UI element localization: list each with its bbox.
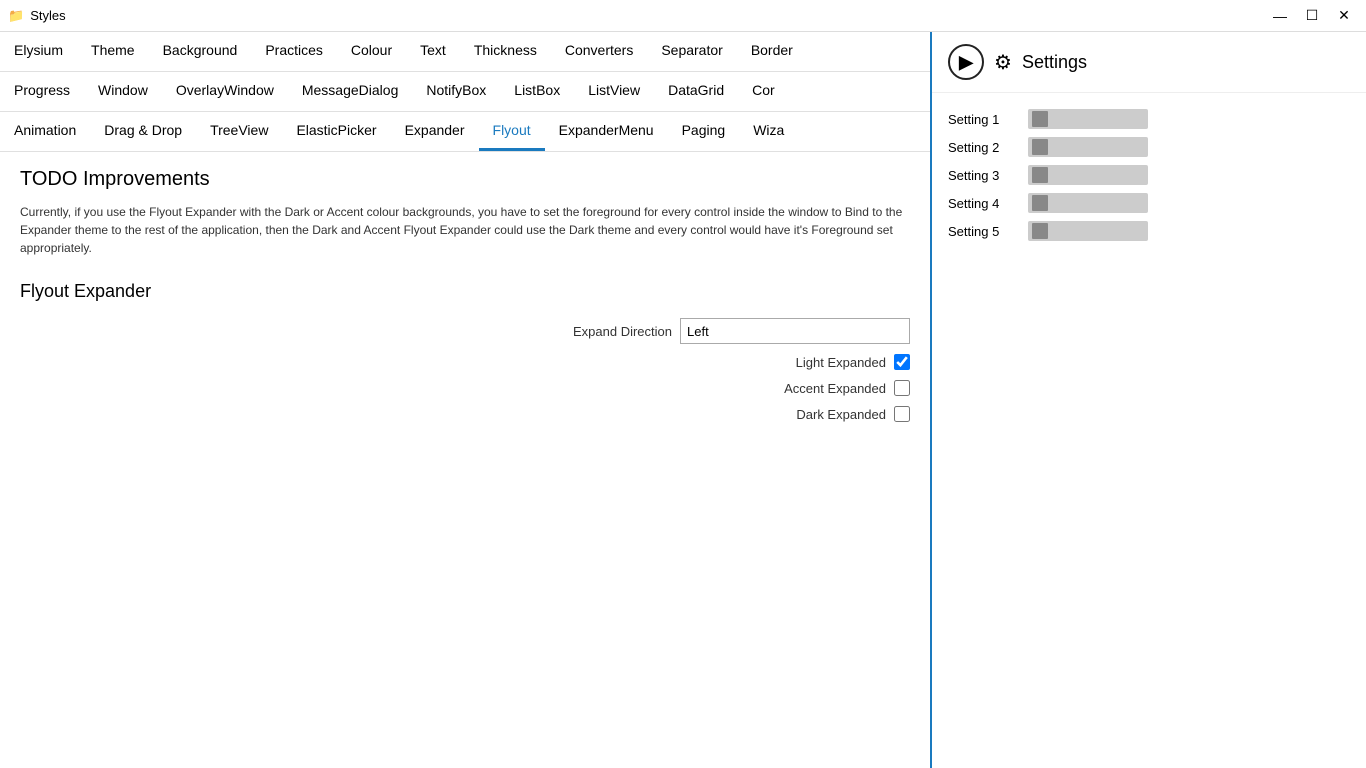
accent-expanded-label: Accent Expanded [766,381,886,396]
setting-row-1: Setting 1 [948,109,1350,129]
setting-label-5: Setting 5 [948,224,1018,239]
expand-direction-input[interactable] [680,318,910,344]
dark-expanded-checkbox[interactable] [894,406,910,422]
setting-slider-thumb-3 [1032,167,1048,183]
nav-item-border[interactable]: Border [737,32,807,71]
setting-label-1: Setting 1 [948,112,1018,127]
nav-item-listview[interactable]: ListView [574,72,654,111]
left-panel: Elysium Theme Background Practices Colou… [0,32,932,768]
nav-item-elysium[interactable]: Elysium [0,32,77,71]
setting-slider-thumb-5 [1032,223,1048,239]
nav-item-progress[interactable]: Progress [0,72,84,111]
setting-row-2: Setting 2 [948,137,1350,157]
setting-label-2: Setting 2 [948,140,1018,155]
nav-item-animation[interactable]: Animation [0,112,90,151]
nav-row-2: Progress Window OverlayWindow MessageDia… [0,72,930,112]
nav-item-window[interactable]: Window [84,72,162,111]
light-expanded-checkbox[interactable] [894,354,910,370]
nav-item-dragdrop[interactable]: Drag & Drop [90,112,196,151]
nav-item-expandermenu[interactable]: ExpanderMenu [545,112,668,151]
right-header: ▶ ⚙ Settings [932,32,1366,93]
nav-item-paging[interactable]: Paging [668,112,740,151]
content-description: Currently, if you use the Flyout Expande… [20,203,910,257]
nav-item-thickness[interactable]: Thickness [460,32,551,71]
nav-item-practices[interactable]: Practices [251,32,337,71]
setting-slider-thumb-2 [1032,139,1048,155]
setting-slider-3[interactable] [1028,165,1148,185]
title-bar-title: Styles [30,8,1266,23]
expand-direction-row: Expand Direction [20,318,910,344]
light-expanded-label: Light Expanded [766,355,886,370]
nav-item-colour[interactable]: Colour [337,32,406,71]
setting-label-4: Setting 4 [948,196,1018,211]
nav-item-separator[interactable]: Separator [647,32,736,71]
setting-label-3: Setting 3 [948,168,1018,183]
setting-slider-thumb-1 [1032,111,1048,127]
title-bar-controls: — ☐ ✕ [1266,5,1358,27]
nav-item-cor[interactable]: Cor [738,72,789,111]
nav-row-3: Animation Drag & Drop TreeView ElasticPi… [0,112,930,152]
setting-row-3: Setting 3 [948,165,1350,185]
nav-item-datagrid[interactable]: DataGrid [654,72,738,111]
nav-item-overlaywindow[interactable]: OverlayWindow [162,72,288,111]
nav-item-messagedialog[interactable]: MessageDialog [288,72,413,111]
nav-item-background[interactable]: Background [149,32,252,71]
nav-item-flyout[interactable]: Flyout [479,112,545,151]
gear-icon: ⚙ [994,50,1012,75]
form-section: Expand Direction Light Expanded Accent E… [20,318,910,424]
nav-item-theme[interactable]: Theme [77,32,149,71]
accent-expanded-checkbox[interactable] [894,380,910,396]
expand-direction-label: Expand Direction [552,324,672,339]
app-body: Elysium Theme Background Practices Colou… [0,32,1366,768]
title-bar: 📁 Styles — ☐ ✕ [0,0,1366,32]
nav-item-elasticpicker[interactable]: ElasticPicker [282,112,390,151]
nav-row-1: Elysium Theme Background Practices Colou… [0,32,930,72]
setting-slider-4[interactable] [1028,193,1148,213]
content-heading: TODO Improvements [20,168,910,191]
section-title: Flyout Expander [20,281,910,302]
title-bar-icon: 📁 [8,8,24,24]
nav-item-listbox[interactable]: ListBox [500,72,574,111]
nav-circle-button[interactable]: ▶ [948,44,984,80]
dark-expanded-row: Dark Expanded [20,406,910,422]
light-expanded-row: Light Expanded [20,354,910,370]
settings-title: Settings [1022,52,1087,73]
minimize-button[interactable]: — [1266,5,1294,27]
nav-item-converters[interactable]: Converters [551,32,647,71]
setting-slider-1[interactable] [1028,109,1148,129]
nav-item-notifybox[interactable]: NotifyBox [412,72,500,111]
maximize-button[interactable]: ☐ [1298,5,1326,27]
nav-item-expander[interactable]: Expander [391,112,479,151]
nav-item-treeview[interactable]: TreeView [196,112,282,151]
setting-slider-thumb-4 [1032,195,1048,211]
dark-expanded-label: Dark Expanded [766,407,886,422]
nav-item-text[interactable]: Text [406,32,460,71]
content-area: TODO Improvements Currently, if you use … [0,152,930,768]
settings-list: Setting 1 Setting 2 Setting 3 Setting 4 [932,93,1366,257]
nav-item-wiza[interactable]: Wiza [739,112,798,151]
setting-slider-5[interactable] [1028,221,1148,241]
setting-row-5: Setting 5 [948,221,1350,241]
setting-row-4: Setting 4 [948,193,1350,213]
right-panel: ▶ ⚙ Settings Setting 1 Setting 2 Setting… [932,32,1366,768]
setting-slider-2[interactable] [1028,137,1148,157]
close-button[interactable]: ✕ [1330,5,1358,27]
accent-expanded-row: Accent Expanded [20,380,910,396]
